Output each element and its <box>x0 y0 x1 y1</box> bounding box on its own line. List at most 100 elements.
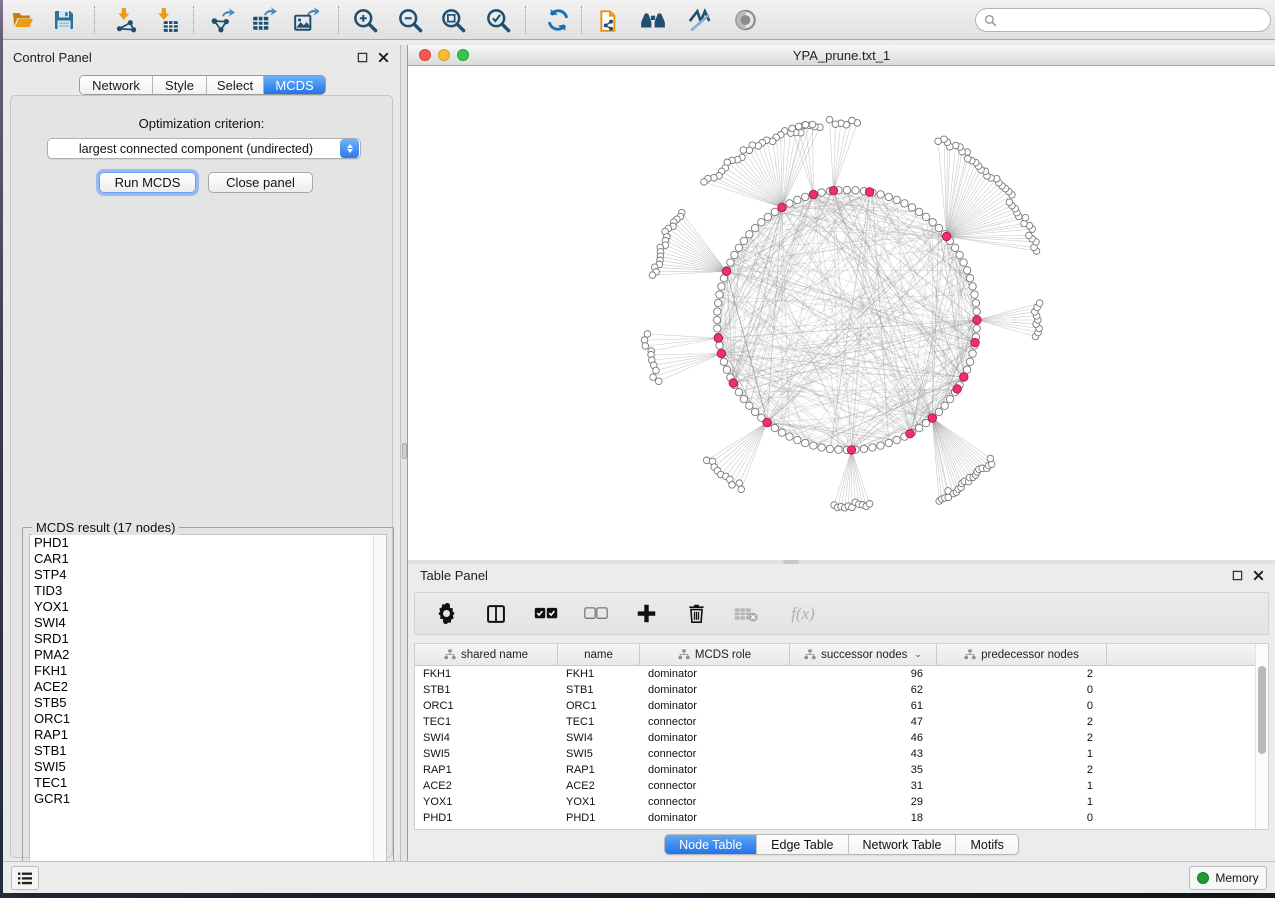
network-node[interactable] <box>794 196 801 203</box>
table-row[interactable]: PHD1PHD1dominator180 <box>415 810 1268 826</box>
network-node[interactable] <box>893 436 900 443</box>
network-node[interactable] <box>735 244 742 251</box>
apply-layout-button[interactable] <box>543 6 573 34</box>
network-node[interactable] <box>972 299 979 306</box>
mcds-hub-node[interactable] <box>942 232 950 240</box>
mcds-hub-node[interactable] <box>729 379 737 387</box>
network-node[interactable] <box>758 219 765 226</box>
network-node[interactable] <box>713 316 720 323</box>
leaf-node[interactable] <box>809 121 816 128</box>
search-input[interactable] <box>1002 13 1252 27</box>
tab-network[interactable]: Network <box>80 76 153 94</box>
network-node[interactable] <box>969 350 976 357</box>
leaf-node[interactable] <box>642 343 649 350</box>
leaf-node[interactable] <box>729 482 736 489</box>
network-node[interactable] <box>885 193 892 200</box>
search-objects-button[interactable] <box>638 6 668 34</box>
zoom-selected-button[interactable] <box>483 6 513 34</box>
leaf-node[interactable] <box>826 116 833 123</box>
leaf-node[interactable] <box>703 457 710 464</box>
network-node[interactable] <box>714 325 721 332</box>
mcds-hub-node[interactable] <box>717 349 725 357</box>
network-node[interactable] <box>916 208 923 215</box>
mcds-result-item[interactable]: FKH1 <box>30 663 386 679</box>
network-node[interactable] <box>935 224 942 231</box>
network-from-selection-button[interactable] <box>595 6 625 34</box>
network-node[interactable] <box>764 213 771 220</box>
network-node[interactable] <box>877 191 884 198</box>
table-settings-button[interactable] <box>433 601 459 627</box>
network-node[interactable] <box>893 196 900 203</box>
column-header-predecessor-nodes[interactable]: predecessor nodes <box>937 644 1107 665</box>
column-header-name[interactable]: name <box>558 644 640 665</box>
network-node[interactable] <box>963 366 970 373</box>
mcds-hub-node[interactable] <box>722 267 730 275</box>
mcds-result-item[interactable]: RAP1 <box>30 727 386 743</box>
show-graphics-details-button[interactable] <box>730 6 760 34</box>
table-row[interactable]: YOX1YOX1connector291 <box>415 794 1268 810</box>
network-node[interactable] <box>922 213 929 220</box>
network-node[interactable] <box>960 259 967 266</box>
table-row[interactable]: ORC1ORC1dominator610 <box>415 698 1268 714</box>
network-node[interactable] <box>966 275 973 282</box>
network-node[interactable] <box>714 299 721 306</box>
function-builder-button[interactable]: f(x) <box>783 601 823 627</box>
table-row[interactable]: ACE2ACE2connector311 <box>415 778 1268 794</box>
network-node[interactable] <box>794 436 801 443</box>
network-graph[interactable] <box>408 66 1275 560</box>
hide-graphics-details-button[interactable] <box>684 6 714 34</box>
network-node[interactable] <box>746 402 753 409</box>
mcds-hub-node[interactable] <box>973 316 981 324</box>
network-node[interactable] <box>786 200 793 207</box>
export-image-button[interactable] <box>291 6 321 34</box>
network-node[interactable] <box>956 251 963 258</box>
network-node[interactable] <box>810 442 817 449</box>
network-node[interactable] <box>818 444 825 451</box>
leaf-node[interactable] <box>736 480 743 487</box>
network-node[interactable] <box>771 208 778 215</box>
global-search-field[interactable] <box>975 8 1271 32</box>
mcds-hub-node[interactable] <box>906 430 914 438</box>
mcds-result-item[interactable]: STB5 <box>30 695 386 711</box>
mcds-result-item[interactable]: TID3 <box>30 583 386 599</box>
tab-network-table[interactable]: Network Table <box>849 835 957 854</box>
mcds-hub-node[interactable] <box>809 190 817 198</box>
leaf-node[interactable] <box>795 123 802 130</box>
leaf-node[interactable] <box>802 122 809 129</box>
leaf-node[interactable] <box>789 125 796 132</box>
network-node[interactable] <box>877 442 884 449</box>
column-header-successor-nodes[interactable]: successor nodes⌄ <box>790 644 937 665</box>
leaf-node[interactable] <box>1026 232 1033 239</box>
network-node[interactable] <box>869 444 876 451</box>
mcds-result-item[interactable]: SWI5 <box>30 759 386 775</box>
close-panel-icon[interactable] <box>377 51 390 64</box>
leaf-node[interactable] <box>1022 214 1029 221</box>
leaf-node[interactable] <box>711 174 718 181</box>
network-node[interactable] <box>818 189 825 196</box>
network-node[interactable] <box>860 445 867 452</box>
mcds-hub-node[interactable] <box>763 418 771 426</box>
leaf-node[interactable] <box>866 501 873 508</box>
leaf-node[interactable] <box>1036 300 1043 307</box>
network-node[interactable] <box>973 308 980 315</box>
network-node[interactable] <box>971 291 978 298</box>
mcds-result-list[interactable]: PHD1CAR1STP4TID3YOX1SWI4SRD1PMA2FKH1ACE2… <box>29 534 387 881</box>
leaf-node[interactable] <box>769 138 776 145</box>
close-panel-icon[interactable] <box>1252 569 1265 582</box>
network-node[interactable] <box>826 445 833 452</box>
network-node[interactable] <box>778 429 785 436</box>
float-panel-icon[interactable] <box>1231 569 1244 582</box>
network-node[interactable] <box>786 433 793 440</box>
mcds-result-item[interactable]: PMA2 <box>30 647 386 663</box>
network-node[interactable] <box>751 408 758 415</box>
tab-mcds[interactable]: MCDS <box>264 76 325 94</box>
network-node[interactable] <box>885 439 892 446</box>
table-row[interactable]: SWI5SWI5connector431 <box>415 746 1268 762</box>
network-node[interactable] <box>916 424 923 431</box>
network-node[interactable] <box>740 237 747 244</box>
network-node[interactable] <box>740 395 747 402</box>
tab-style[interactable]: Style <box>153 76 207 94</box>
table-row[interactable]: FKH1FKH1dominator962 <box>415 666 1268 682</box>
leaf-node[interactable] <box>701 179 708 186</box>
run-mcds-button[interactable]: Run MCDS <box>99 172 196 193</box>
